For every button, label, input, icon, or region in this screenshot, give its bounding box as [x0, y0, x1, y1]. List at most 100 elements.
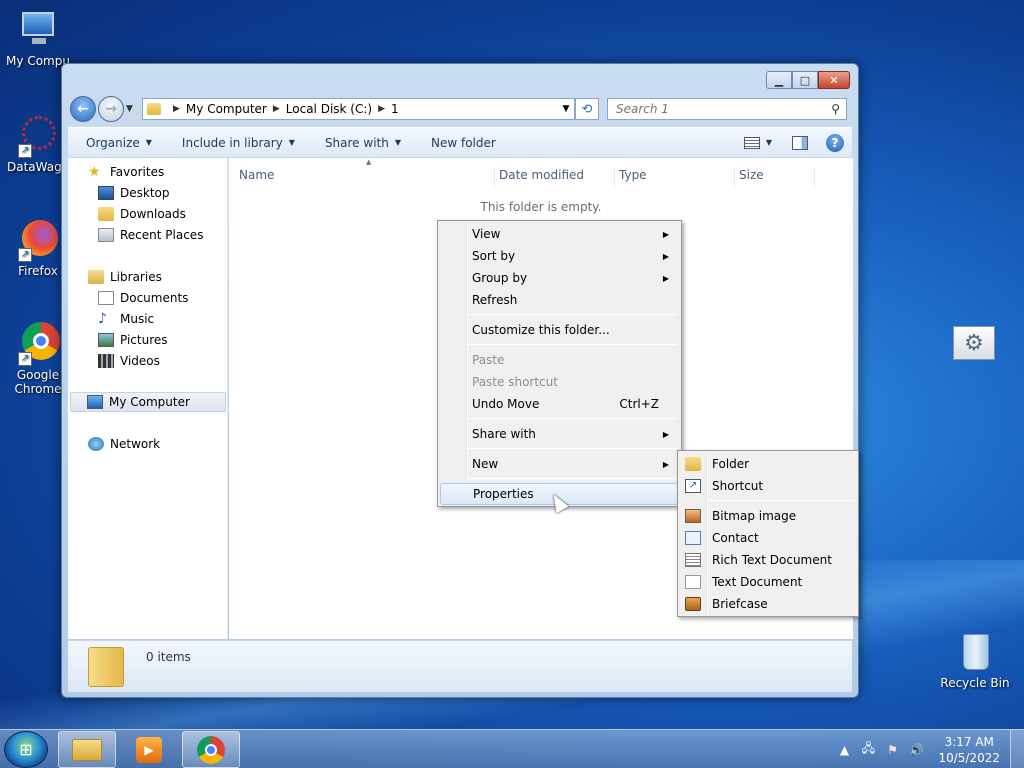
nav-label: Pictures [120, 333, 168, 347]
refresh-button[interactable]: ⟲ [575, 98, 599, 120]
menu-label: Refresh [472, 293, 518, 307]
menu-item-paste: Paste [440, 349, 679, 371]
menu-item-share-with[interactable]: Share with ▶ [440, 423, 679, 445]
submenu-item-rtf[interactable]: Rich Text Document [680, 549, 856, 571]
submenu-item-shortcut[interactable]: ↗ Shortcut [680, 475, 856, 497]
address-bar[interactable]: ▶ My Computer ▶ Local Disk (C:) ▶ 1 ▼ [142, 98, 575, 120]
chevron-right-icon: ▶ [662, 229, 669, 239]
item-count: 0 items [146, 650, 191, 664]
taskbar-media-player-button[interactable]: ▶ [120, 731, 178, 768]
clock[interactable]: 3:17 AM 10/5/2022 [938, 734, 1000, 766]
menu-item-group-by[interactable]: Group by ▶ [440, 267, 679, 289]
menu-separator [468, 448, 677, 449]
include-in-library-button[interactable]: Include in library ▼ [182, 136, 295, 150]
media-player-icon: ▶ [136, 736, 162, 763]
taskbar-chrome-button[interactable] [182, 731, 240, 768]
sort-indicator-icon: ▲ [366, 158, 372, 166]
column-header-name[interactable]: Name [239, 168, 495, 186]
menu-item-sort-by[interactable]: Sort by ▶ [440, 245, 679, 267]
volume-icon[interactable]: 🔊 [908, 742, 924, 758]
nav-videos[interactable]: Videos [98, 351, 160, 371]
desktop-icon-recycle-bin[interactable]: Recycle Bin [937, 630, 1013, 690]
folder-icon [685, 457, 701, 471]
help-icon[interactable]: ? [826, 133, 844, 152]
gadget-gear-icon[interactable]: ⚙ [953, 326, 995, 360]
nav-favorites[interactable]: ★ Favorites [88, 162, 164, 182]
forward-button[interactable]: → [98, 96, 124, 122]
share-with-button[interactable]: Share with ▼ [325, 136, 401, 150]
search-icon[interactable]: ⚲ [831, 102, 840, 116]
menu-item-paste-shortcut: Paste shortcut [440, 371, 679, 393]
desktop-icon-my-computer[interactable]: My Compu [0, 8, 76, 68]
network-status-icon[interactable]: 🖧 [860, 741, 876, 758]
chevron-down-icon: ▼ [288, 138, 295, 147]
chevron-right-icon: ▶ [378, 104, 385, 114]
action-center-icon[interactable]: ⚑ [884, 742, 900, 758]
back-button[interactable]: ← [70, 96, 96, 122]
nav-libraries[interactable]: Libraries [88, 267, 162, 287]
share-label: Share with [324, 135, 389, 150]
close-button[interactable]: ✕ [818, 71, 850, 89]
recycle-bin-icon [953, 630, 997, 674]
menu-item-view[interactable]: View ▶ [440, 223, 679, 245]
submenu-item-bitmap[interactable]: Bitmap image [680, 505, 856, 527]
chevron-right-icon: ▶ [662, 251, 669, 261]
menu-label: Folder [712, 457, 750, 471]
libraries-icon [88, 270, 104, 284]
new-submenu: Folder ↗ Shortcut Bitmap image Contact Ri… [677, 450, 859, 617]
show-desktop-button[interactable] [1010, 730, 1024, 768]
menu-label: Bitmap image [712, 509, 797, 523]
nav-music[interactable]: ♪ Music [98, 309, 154, 329]
menu-item-new[interactable]: New ▶ [440, 453, 679, 475]
submenu-item-folder[interactable]: Folder [680, 453, 856, 475]
search-input[interactable]: Search 1 ⚲ [607, 98, 847, 120]
menu-label: Customize this folder... [472, 323, 610, 337]
column-header-date[interactable]: Date modified [499, 168, 615, 186]
desktop-icon [98, 186, 114, 200]
menu-item-refresh[interactable]: Refresh [440, 289, 679, 311]
system-tray: ▲ 🖧 ⚑ 🔊 3:17 AM 10/5/2022 [832, 730, 1024, 768]
nav-recent-places[interactable]: Recent Places [98, 225, 203, 245]
menu-separator [468, 344, 677, 345]
menu-label: Briefcase [712, 597, 768, 611]
menu-item-undo-move[interactable]: Undo Move Ctrl+Z [440, 393, 679, 415]
column-header-type[interactable]: Type [619, 168, 735, 186]
address-dropdown-icon[interactable]: ▼ [558, 104, 574, 114]
submenu-item-text[interactable]: Text Document [680, 571, 856, 593]
recent-pages-dropdown[interactable]: ▼ [126, 104, 136, 114]
nav-pictures[interactable]: Pictures [98, 330, 168, 350]
submenu-item-contact[interactable]: Contact [680, 527, 856, 549]
folder-icon [88, 647, 124, 687]
minimize-button[interactable]: ▁ [766, 71, 792, 89]
taskbar-explorer-button[interactable] [58, 731, 116, 768]
nav-label: My Computer [109, 395, 190, 409]
show-hidden-icons-icon[interactable]: ▲ [836, 742, 852, 758]
chevron-down-icon[interactable]: ▼ [766, 138, 772, 147]
column-header-size[interactable]: Size [739, 168, 815, 186]
start-button[interactable]: ⊞ [4, 731, 48, 768]
taskbar: ⊞ ▶ ▲ 🖧 ⚑ 🔊 3:17 AM 10/5/2022 [0, 729, 1024, 768]
menu-item-customize[interactable]: Customize this folder... [440, 319, 679, 341]
explorer-folder-icon [72, 738, 102, 761]
nav-label: Network [110, 437, 161, 451]
nav-my-computer[interactable]: My Computer [70, 392, 226, 412]
documents-icon [98, 291, 114, 305]
new-folder-button[interactable]: New folder [431, 136, 496, 150]
breadcrumb-local-disk[interactable]: Local Disk (C:) [286, 102, 372, 116]
submenu-item-briefcase[interactable]: Briefcase [680, 593, 856, 615]
breadcrumb-my-computer[interactable]: My Computer [186, 102, 267, 116]
maximize-button[interactable]: □ [792, 71, 818, 89]
nav-downloads[interactable]: Downloads [98, 204, 186, 224]
nav-label: Recent Places [120, 228, 204, 242]
nav-documents[interactable]: Documents [98, 288, 188, 308]
preview-pane-icon[interactable] [792, 135, 808, 150]
nav-desktop[interactable]: Desktop [98, 183, 170, 203]
nav-network[interactable]: Network [88, 434, 160, 454]
chevron-down-icon: ▼ [145, 138, 152, 147]
change-view-icon[interactable] [743, 136, 760, 149]
nav-label: Documents [120, 291, 189, 305]
breadcrumb-folder-1[interactable]: 1 [391, 102, 399, 116]
chrome-icon [197, 735, 225, 764]
nav-label: Desktop [120, 186, 170, 200]
organize-button[interactable]: Organize ▼ [86, 136, 152, 150]
